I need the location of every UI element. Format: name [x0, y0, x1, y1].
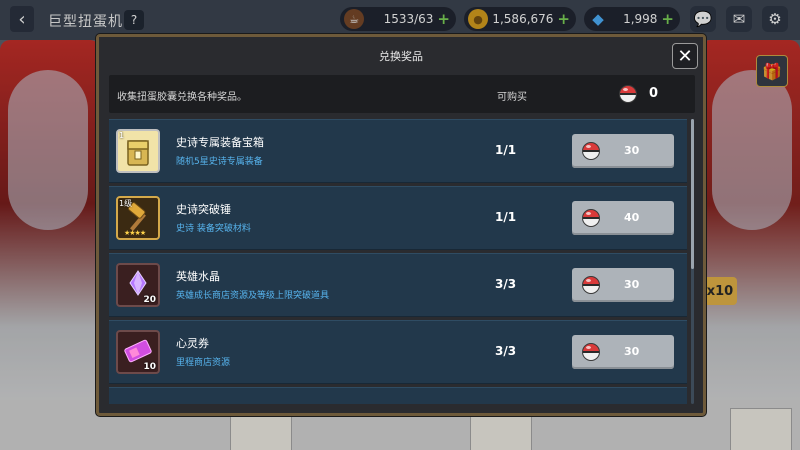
- close-button[interactable]: ✕: [672, 43, 698, 69]
- item-description: 英雄成长商店资源及等级上限突破道具: [176, 291, 330, 301]
- dialog-title: 兑换奖品: [379, 50, 423, 63]
- scrollbar[interactable]: [691, 119, 694, 404]
- item-name: 史诗专属装备宝箱: [176, 136, 264, 149]
- price: 30: [624, 345, 640, 358]
- capsule-count: 0: [649, 86, 659, 101]
- price: 30: [624, 278, 640, 291]
- prize-list[interactable]: 1 史诗专属装备宝箱 随机5星史诗专属装备 1/1 30 1级 ★★★★ 史诗突…: [109, 119, 695, 404]
- buy-button[interactable]: 40: [572, 201, 674, 235]
- item-count: 10: [143, 362, 156, 372]
- item-level: 1: [119, 131, 125, 140]
- dialog-header: 兑换奖品 ✕: [99, 37, 703, 73]
- prize-row: [109, 387, 687, 404]
- price: 40: [624, 211, 640, 224]
- scrollbar-thumb[interactable]: [691, 119, 694, 269]
- dialog-description: 收集扭蛋胶囊兑换各种奖品。: [117, 92, 247, 103]
- prize-row: 1 史诗专属装备宝箱 随机5星史诗专属装备 1/1 30: [109, 119, 687, 183]
- capsule-icon: [582, 142, 600, 160]
- close-icon: ✕: [677, 45, 693, 67]
- item-description: 随机5星史诗专属装备: [176, 157, 263, 167]
- item-count: 20: [143, 295, 156, 305]
- price: 30: [624, 144, 640, 157]
- capsule-icon: [582, 276, 600, 294]
- crystal-icon[interactable]: 20: [116, 263, 160, 307]
- item-stars: ★★★★: [124, 229, 146, 237]
- hammer-icon[interactable]: 1级 ★★★★: [116, 196, 160, 240]
- prize-row: 10 心灵券 里程商店资源 3/3 30: [109, 320, 687, 384]
- item-stock: 1/1: [495, 210, 517, 224]
- item-name: 心灵券: [176, 337, 209, 350]
- item-level: 1级: [119, 199, 133, 208]
- buy-button[interactable]: 30: [572, 134, 674, 168]
- item-description: 里程商店资源: [176, 358, 231, 368]
- buy-button[interactable]: 30: [572, 335, 674, 369]
- item-stock: 3/3: [495, 277, 517, 291]
- item-name: 英雄水晶: [176, 270, 220, 283]
- buy-button[interactable]: 30: [572, 268, 674, 302]
- ticket-icon[interactable]: 10: [116, 330, 160, 374]
- prize-row: 1级 ★★★★ 史诗突破锤 史诗 装备突破材料 1/1 40: [109, 186, 687, 250]
- item-name: 史诗突破锤: [176, 203, 231, 216]
- can-buy-label: 可购买: [497, 92, 527, 103]
- exchange-prizes-dialog: 兑换奖品 ✕ 收集扭蛋胶囊兑换各种奖品。 可购买 0 1 史诗专属装备宝箱 随机…: [96, 34, 706, 416]
- capsule-icon: [582, 343, 600, 361]
- item-stock: 3/3: [495, 344, 517, 358]
- info-bar: 收集扭蛋胶囊兑换各种奖品。 可购买 0: [109, 75, 695, 113]
- capsule-icon: [619, 85, 637, 103]
- item-stock: 1/1: [495, 143, 517, 157]
- capsule-icon: [582, 209, 600, 227]
- item-description: 史诗 装备突破材料: [176, 224, 251, 234]
- chest-icon[interactable]: 1: [116, 129, 160, 173]
- prize-row: 20 英雄水晶 英雄成长商店资源及等级上限突破道具 3/3 30: [109, 253, 687, 317]
